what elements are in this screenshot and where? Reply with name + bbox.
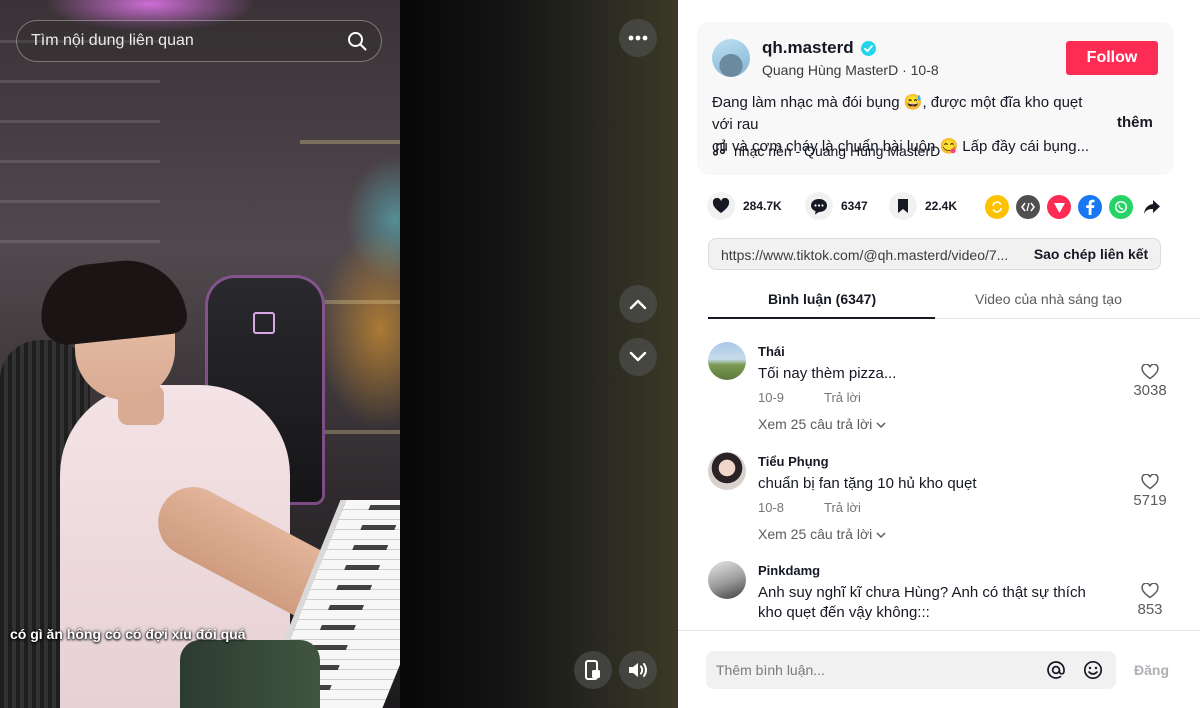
view-replies-link[interactable]: Xem 25 câu trả lời	[758, 416, 886, 432]
phone-pip-icon	[584, 660, 602, 680]
search-icon[interactable]	[347, 31, 367, 51]
like-button[interactable]: 284.7K	[707, 192, 782, 220]
floating-player-button[interactable]	[574, 651, 612, 689]
comment-like-button[interactable]: 853	[1120, 583, 1180, 618]
ellipsis-icon	[628, 35, 648, 41]
comment-text: Anh suy nghĩ kĩ chưa Hùng? Anh có thật s…	[758, 584, 1086, 621]
heart-outline-icon	[1120, 474, 1180, 490]
comment-item: Tiểu Phụng chuẩn bị fan tặng 10 hủ kho q…	[708, 452, 1178, 552]
comment-like-count: 853	[1137, 601, 1163, 618]
chevron-up-icon	[629, 298, 647, 310]
emoji-icon[interactable]	[1083, 660, 1103, 685]
music-note-icon	[712, 142, 726, 159]
save-count: 22.4K	[925, 199, 958, 213]
author-subline: Quang Hùng MasterD · 10-8	[762, 62, 939, 78]
author-username[interactable]: qh.masterd	[762, 38, 854, 58]
related-search-input[interactable]	[31, 21, 331, 61]
comment-date: 10-9	[758, 390, 785, 405]
verified-badge-icon	[861, 41, 876, 56]
comment-input[interactable]	[716, 651, 1036, 689]
video-area: có gì ăn hông có có đợi xíu đói quá	[0, 0, 678, 708]
facebook-icon[interactable]	[1078, 195, 1102, 219]
person-hair	[36, 254, 189, 348]
bookmark-icon	[889, 192, 917, 220]
comment-author[interactable]: Pinkdamg	[758, 563, 820, 578]
comment-date: 10-8	[758, 500, 785, 515]
heart-outline-icon	[1120, 364, 1180, 380]
more-options-button[interactable]	[619, 19, 657, 57]
chevron-down-icon	[629, 351, 647, 363]
music-title: nhạc nền - Quang Hùng MasterD	[734, 142, 941, 159]
video-player[interactable]	[0, 0, 400, 708]
decor-shelf	[300, 140, 400, 144]
volume-button[interactable]	[619, 651, 657, 689]
chair-logo	[253, 312, 275, 334]
post-comment-button[interactable]: Đăng	[1134, 662, 1169, 678]
whatsapp-icon[interactable]	[1109, 195, 1133, 219]
comment-item: Thái Tối nay thèm pizza... 10-9 Trả lời …	[708, 342, 1178, 442]
share-arrow-icon[interactable]	[1140, 195, 1164, 219]
save-button[interactable]: 22.4K	[889, 192, 957, 220]
speaker-icon	[627, 661, 649, 679]
author-avatar[interactable]	[712, 39, 750, 77]
comment-composer: Đăng	[678, 630, 1200, 708]
comment-like-button[interactable]: 3038	[1120, 364, 1180, 399]
comment-like-button[interactable]: 5719	[1120, 474, 1180, 509]
author-card: qh.masterd Quang Hùng MasterD · 10-8 Fol…	[697, 22, 1174, 175]
view-replies-label: Xem 25 câu trả lời	[758, 416, 873, 432]
heart-icon	[707, 192, 735, 220]
person-pants	[180, 640, 320, 708]
description-line: Đang làm nhạc mà đói bụng 😅, được một đĩ…	[712, 94, 1083, 133]
mention-icon[interactable]	[1046, 660, 1066, 685]
description-more-link[interactable]: thêm	[1117, 114, 1153, 131]
comment-like-count: 5719	[1133, 492, 1167, 509]
music-link[interactable]: nhạc nền - Quang Hùng MasterD	[712, 142, 940, 159]
comment-like-count: 3038	[1133, 382, 1167, 399]
tab-bar: Bình luận (6347) Video của nhà sáng tạo	[708, 283, 1200, 319]
tiktok-video-page: có gì ăn hông có có đợi xíu đói quá	[0, 0, 1200, 708]
decor-blind	[0, 240, 160, 243]
decor-blind	[0, 160, 160, 163]
view-replies-link[interactable]: Xem 25 câu trả lời	[758, 526, 886, 542]
comment-bubble-icon	[805, 192, 833, 220]
view-replies-label: Xem 25 câu trả lời	[758, 526, 873, 542]
reply-link[interactable]: Trả lời	[824, 390, 861, 405]
comment-avatar[interactable]	[708, 561, 746, 599]
comment-list: Thái Tối nay thèm pizza... 10-9 Trả lời …	[678, 320, 1200, 630]
comment-text: chuẩn bị fan tặng 10 hủ kho quẹt	[758, 475, 977, 492]
details-panel: qh.masterd Quang Hùng MasterD · 10-8 Fol…	[678, 0, 1200, 708]
comment-author[interactable]: Thái	[758, 344, 785, 359]
video-link-box: https://www.tiktok.com/@qh.masterd/video…	[708, 238, 1161, 270]
next-video-button[interactable]	[619, 338, 657, 376]
comment-item: Pinkdamg Anh suy nghĩ kĩ chưa Hùng? Anh …	[708, 561, 1178, 630]
comment-text: Tối nay thèm pizza...	[758, 365, 897, 382]
send-icon[interactable]	[1047, 195, 1071, 219]
like-count: 284.7K	[743, 199, 782, 213]
chevron-down-icon	[876, 416, 886, 432]
active-tab-indicator	[708, 317, 935, 319]
comment-author[interactable]: Tiểu Phụng	[758, 454, 829, 469]
comment-avatar[interactable]	[708, 342, 746, 380]
comment-avatar[interactable]	[708, 452, 746, 490]
embed-icon[interactable]	[1016, 195, 1040, 219]
related-search-box[interactable]	[16, 20, 382, 62]
follow-button[interactable]: Follow	[1066, 41, 1158, 75]
copy-link-button[interactable]: Sao chép liên kết	[1022, 239, 1160, 269]
decor-blind	[0, 200, 160, 203]
tab-comments[interactable]: Bình luận (6347)	[768, 291, 876, 307]
heart-outline-icon	[1120, 583, 1180, 599]
video-caption: có gì ăn hông có có đợi xíu đói quá	[10, 626, 246, 642]
decor-blind	[0, 120, 160, 123]
chevron-down-icon	[876, 526, 886, 542]
decor-blind	[0, 80, 160, 83]
action-bar: 284.7K 6347 22.4K	[707, 192, 1167, 222]
comment-count: 6347	[841, 199, 868, 213]
tab-creator-videos[interactable]: Video của nhà sáng tạo	[975, 291, 1122, 307]
comment-button[interactable]: 6347	[805, 192, 868, 220]
reply-link[interactable]: Trả lời	[824, 500, 861, 515]
comment-input-box[interactable]	[706, 651, 1116, 689]
repost-icon[interactable]	[985, 195, 1009, 219]
video-url[interactable]: https://www.tiktok.com/@qh.masterd/video…	[721, 247, 1026, 263]
previous-video-button[interactable]	[619, 285, 657, 323]
